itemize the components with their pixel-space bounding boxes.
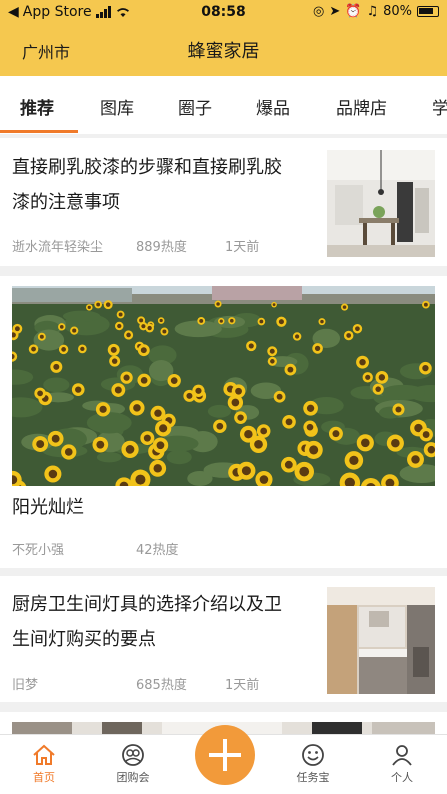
article-thumbnail[interactable]	[327, 587, 435, 694]
dining-room-image	[327, 150, 435, 257]
article-title-line: 生间灯购买的要点	[12, 629, 156, 650]
article-author: 不死小强	[12, 543, 65, 558]
article-author: 旧梦	[12, 678, 39, 693]
article-heat: 685热度	[136, 678, 187, 693]
article-title: 阳光灿烂	[12, 497, 84, 518]
status-icons: ◎ ➤ ⏰ ♫ 80%	[313, 4, 439, 19]
kitchen-image	[327, 587, 435, 694]
battery-percent: 80%	[383, 4, 412, 19]
tab-hot-products[interactable]: 爆品	[256, 94, 290, 119]
tabbar-profile[interactable]: 个人	[367, 743, 437, 785]
tab-brand-store[interactable]: 品牌店	[336, 94, 387, 119]
article-author: 逝水流年轻染尘	[12, 240, 104, 255]
article-meta: 逝水流年轻染尘 889热度 1天前	[12, 236, 259, 255]
article-card[interactable]: 阳光灿烂 不死小强 42热度	[0, 276, 447, 568]
group-buy-icon	[122, 744, 144, 766]
active-tab-indicator	[0, 130, 78, 133]
top-navbar: 广州市 蜂蜜家居	[0, 24, 447, 76]
article-time: 1天前	[225, 678, 260, 693]
tab-recommend[interactable]: 推荐	[20, 94, 54, 119]
headphones-icon: ♫	[366, 4, 379, 19]
battery-icon	[417, 6, 439, 17]
article-meta: 旧梦 685热度 1天前	[12, 674, 259, 693]
orientation-lock-icon: ◎	[313, 4, 325, 19]
article-card[interactable]: 厨房卫生间灯具的选择介绍以及卫 生间灯购买的要点 旧梦 685热度 1天前	[0, 576, 447, 702]
category-tabs: 推荐 图库 圈子 爆品 品牌店 学	[0, 76, 447, 134]
article-time: 1天前	[225, 240, 260, 255]
article-card[interactable]: 直接刷乳胶漆的步骤和直接刷乳胶 漆的注意事项 逝水流年轻染尘 889热度 1天前	[0, 138, 447, 266]
smiley-icon	[302, 744, 324, 766]
publish-plus-button[interactable]	[195, 725, 255, 785]
article-title: 厨房卫生间灯具的选择介绍以及卫 生间灯购买的要点	[12, 587, 282, 657]
tab-gallery[interactable]: 图库	[100, 94, 134, 119]
sunflower-photo	[12, 286, 435, 486]
tabbar-group-buy-label: 团购会	[116, 771, 150, 784]
tabbar-tasks[interactable]: 任务宝	[278, 743, 348, 785]
person-icon	[392, 745, 412, 766]
status-bar: ◀ App Store 08:58 ◎ ➤ ⏰ ♫ 80%	[0, 0, 447, 24]
home-icon	[33, 744, 55, 765]
article-thumbnail[interactable]	[327, 150, 435, 257]
tab-learn[interactable]: 学	[432, 94, 447, 119]
article-title: 直接刷乳胶漆的步骤和直接刷乳胶 漆的注意事项	[12, 150, 282, 220]
page-title: 蜂蜜家居	[187, 41, 260, 62]
article-title-line: 直接刷乳胶漆的步骤和直接刷乳胶	[12, 157, 282, 178]
article-title-line: 漆的注意事项	[12, 192, 120, 213]
bottom-tabbar: 首页 团购会 任务宝 个人	[0, 725, 447, 794]
tabbar-home[interactable]: 首页	[9, 743, 79, 785]
article-title-line: 厨房卫生间灯具的选择介绍以及卫	[12, 594, 282, 615]
location-icon: ➤	[329, 4, 341, 19]
article-heat: 42热度	[136, 543, 179, 558]
alarm-icon: ⏰	[345, 4, 362, 19]
tabbar-profile-label: 个人	[391, 771, 413, 784]
article-heat: 889热度	[136, 240, 187, 255]
tabbar-home-label: 首页	[33, 771, 55, 784]
tabbar-tasks-label: 任务宝	[296, 771, 330, 784]
article-meta: 不死小强 42热度	[12, 539, 179, 558]
tab-circle[interactable]: 圈子	[178, 94, 212, 119]
sunflower-field-image[interactable]	[12, 286, 435, 486]
tabbar-group-buy[interactable]: 团购会	[98, 743, 168, 785]
